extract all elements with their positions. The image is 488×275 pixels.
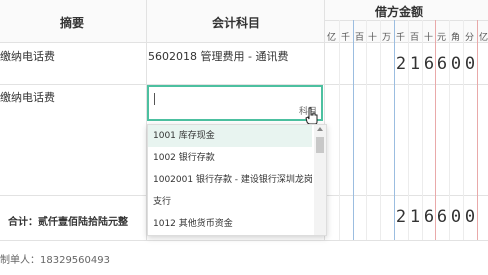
dropdown-scrollbar[interactable] [314, 125, 326, 235]
unit-label: 千 [340, 33, 350, 43]
header-summary: 摘要 [60, 16, 85, 30]
unit-label: 角 [450, 33, 460, 43]
scroll-up-arrow-icon[interactable] [317, 127, 323, 131]
unit-column-line [353, 20, 354, 240]
unit-label: 亿 [326, 33, 336, 43]
amount-digit: 6 [423, 54, 435, 74]
total-label: 合计：贰仟壹佰陆拾陆元整 [8, 217, 128, 228]
unit-label: 百 [409, 33, 419, 43]
row1-account[interactable]: 5602018 管理费用 - 通讯费 [148, 48, 288, 64]
dropdown-option[interactable]: 1002001 银行存款 - 建设银行深圳龙岗 [148, 169, 313, 191]
row1-summary[interactable]: 缴纳电话费 [0, 48, 55, 64]
amount-digit: 0 [450, 54, 462, 74]
unit-column-line [366, 20, 367, 240]
unit-column-line [477, 20, 478, 240]
unit-label: 十 [423, 33, 433, 43]
unit-label: 千 [395, 33, 405, 43]
amount-digit: 6 [436, 207, 448, 227]
row2-summary[interactable]: 缴纳电话费 [0, 89, 55, 105]
amount-digit: 0 [464, 207, 476, 227]
amount-digit: 2 [395, 54, 407, 74]
dropdown-option[interactable]: 支行 [148, 191, 312, 213]
unit-label: 元 [436, 33, 446, 43]
scroll-thumb[interactable] [316, 137, 324, 153]
dropdown-option[interactable]: 1001 库存现金 [148, 125, 312, 147]
header-debit: 借方金额 [375, 5, 424, 19]
account-input[interactable]: 科目 [147, 85, 323, 125]
dropdown-option[interactable]: 1012 其他货币资金 [148, 213, 312, 235]
unit-label: 万 [381, 33, 391, 43]
amount-digit: 2 [395, 207, 407, 227]
amount-digit: 0 [464, 54, 476, 74]
row-divider [0, 240, 488, 241]
unit-column-line [339, 20, 340, 240]
amount-digit: 6 [423, 207, 435, 227]
maker-label: 制单人：18329560493 [0, 255, 110, 266]
header-account: 会计科目 [212, 16, 261, 30]
unit-label: 分 [464, 33, 474, 43]
text-caret [154, 93, 155, 105]
unit-label: 百 [354, 33, 364, 43]
hand-cursor-icon [305, 107, 318, 125]
amount-digit: 6 [436, 54, 448, 74]
account-dropdown-list[interactable]: 1001 库存现金 1002 银行存款 1002001 银行存款 - 建设银行深圳龙… [147, 124, 327, 236]
unit-column-line [380, 20, 381, 240]
amount-digit: 0 [450, 207, 462, 227]
dropdown-option[interactable]: 1002 银行存款 [148, 147, 312, 169]
amount-digit: 1 [409, 207, 421, 227]
unit-label: 十 [367, 33, 377, 43]
amount-digit: 1 [409, 54, 421, 74]
unit-label: 亿 [478, 33, 488, 43]
